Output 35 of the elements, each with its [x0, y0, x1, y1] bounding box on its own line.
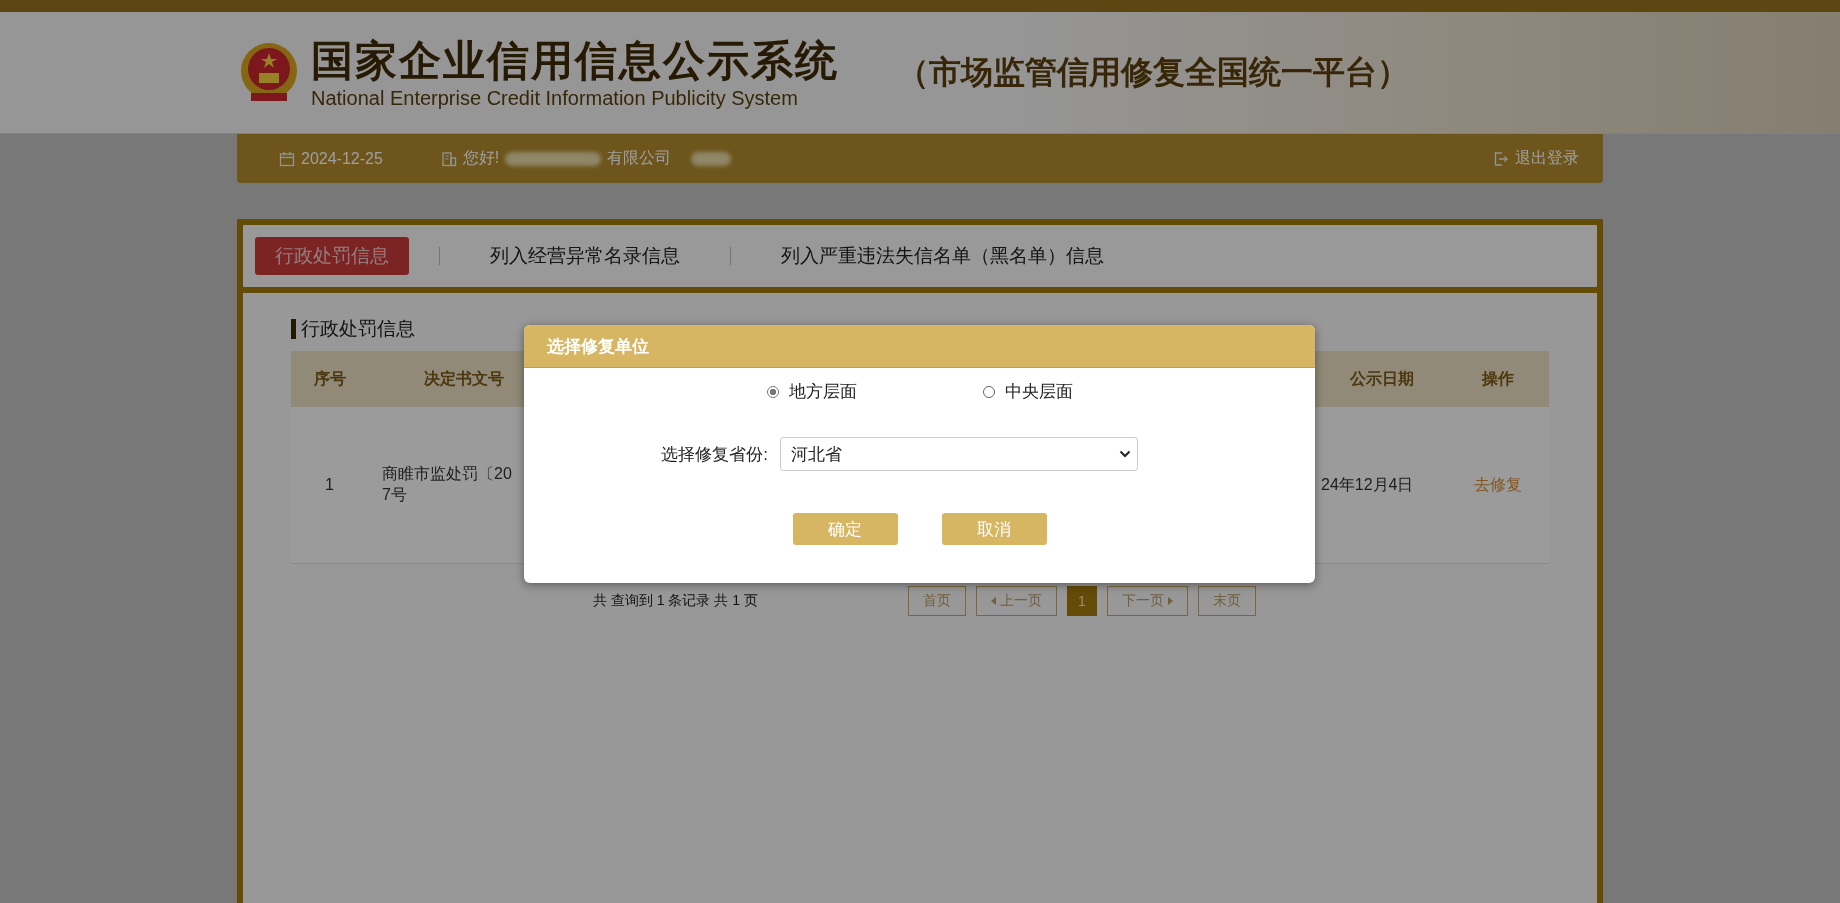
- tab[interactable]: 列入严重违法失信名单（黑名单）信息: [761, 237, 1124, 275]
- greeting: 您好!: [462, 148, 500, 168]
- chevron-down-icon: [1118, 450, 1131, 458]
- logout-icon: [1493, 150, 1509, 167]
- radio-option[interactable]: 地方层面: [766, 380, 857, 403]
- pagination-button[interactable]: 1: [1066, 586, 1097, 616]
- document-number: 商睢市监处罚〔20: [382, 464, 513, 484]
- pagination-button[interactable]: 末页: [1197, 586, 1256, 616]
- calendar-icon: [279, 150, 295, 167]
- repair-link[interactable]: 去修复: [1474, 475, 1522, 493]
- redacted-block: [691, 151, 732, 166]
- tab[interactable]: 行政处罚信息: [255, 237, 409, 275]
- document-number: 7号: [382, 485, 408, 505]
- pagination-button[interactable]: 上一页: [975, 586, 1057, 616]
- radio-option[interactable]: 中央层面: [896, 380, 1073, 403]
- dialog-button[interactable]: 取消: [941, 513, 1047, 545]
- table-cell: 1: [291, 407, 368, 564]
- province-label: 选择修复省份:: [661, 443, 768, 466]
- tab[interactable]: 列入经营异常名录信息: [470, 237, 700, 275]
- site-subtitle: National Enterprise Credit Information Publicity System: [311, 85, 799, 110]
- site-title: 国家企业信用信息公示系统: [311, 35, 839, 86]
- pagination-button[interactable]: 首页: [907, 586, 966, 616]
- building-icon: [440, 150, 457, 167]
- table-cell: 24年12月4日: [1317, 407, 1447, 564]
- record-summary: 共 查询到 1 条记录 共 1 页: [593, 592, 758, 610]
- logout-link[interactable]: 退出登录: [1493, 148, 1579, 169]
- table-header-cell: 公示日期: [1317, 351, 1447, 407]
- company-name: 有限公司: [607, 148, 672, 168]
- current-date: 2024-12-25: [301, 149, 383, 168]
- province-select[interactable]: 河北省: [779, 437, 1138, 471]
- dialog-button[interactable]: 确定: [792, 513, 898, 545]
- pagination-button[interactable]: 下一页: [1106, 586, 1188, 616]
- table-header-cell: 序号: [291, 351, 368, 407]
- table-header-cell: 操作: [1447, 351, 1549, 407]
- platform-title: （市场监管信用修复全国统一平台）: [897, 52, 1409, 92]
